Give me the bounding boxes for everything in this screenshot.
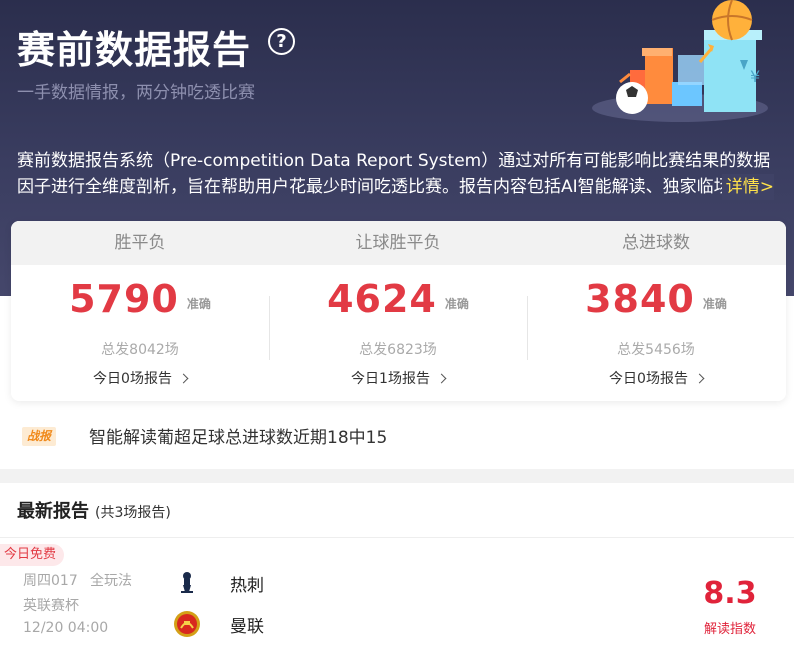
- stat-total: 总发8042场: [101, 342, 179, 358]
- tottenham-logo-icon: [181, 572, 193, 593]
- stat-value: 3840: [585, 277, 695, 321]
- ticker-text: 智能解读葡超足球总进球数近期18中15: [89, 428, 388, 448]
- manchester-united-logo-icon: [174, 611, 200, 637]
- home-team: 热刺: [230, 576, 264, 596]
- section-separator: [0, 469, 794, 483]
- system-description: 赛前数据报告系统（Pre-competition Data Report Sys…: [17, 151, 771, 197]
- today-reports-link[interactable]: 今日0场报告: [527, 368, 785, 388]
- page-title: 赛前数据报告: [17, 28, 252, 72]
- today-reports-label: 今日0场报告: [93, 371, 172, 387]
- chevron-right-icon: [436, 373, 447, 384]
- analysis-index-value: 8.3: [703, 576, 757, 611]
- ticker-badge: 战报: [22, 427, 57, 446]
- report-count: (共3场报告): [95, 505, 171, 521]
- stat-column-win-draw-loss: 5790 准确 总发8042场 今日0场报告: [11, 265, 269, 401]
- away-team: 曼联: [230, 617, 264, 637]
- page-subtitle: 一手数据情报，两分钟吃透比赛: [17, 83, 255, 103]
- chevron-right-icon: [694, 373, 705, 384]
- match-report-item[interactable]: 今日免费 周四017 全玩法 英联赛杯 12/20 04:00 热刺 曼联 8.…: [0, 540, 794, 667]
- stat-column-total-goals: 3840 准确 总发5456场 今日0场报告: [527, 265, 785, 401]
- stat-tag: 准确: [702, 297, 727, 311]
- today-reports-label: 今日1场报告: [351, 371, 430, 387]
- match-play-type: 全玩法: [90, 573, 132, 589]
- stat-total: 总发5456场: [617, 342, 695, 358]
- stat-column-handicap: 4624 准确 总发6823场 今日1场报告: [269, 265, 527, 401]
- today-reports-link[interactable]: 今日1场报告: [269, 368, 527, 388]
- stat-value: 5790: [69, 277, 179, 321]
- analysis-index-label: 解读指数: [703, 622, 756, 637]
- svg-text:¥: ¥: [750, 67, 760, 86]
- data-report-illustration-icon: ¥: [592, 0, 768, 122]
- report-page: 赛前数据报告 ? 一手数据情报，两分钟吃透比赛 ¥ 赛前数据报告系统（Pre-c…: [0, 0, 794, 667]
- match-code: 周四017: [23, 573, 78, 589]
- free-today-badge: 今日免费: [0, 544, 65, 566]
- stat-tag: 准确: [444, 297, 469, 311]
- stats-header: 胜平负 让球胜平负 总进球数: [11, 221, 786, 265]
- stat-tag: 准确: [186, 297, 211, 311]
- stat-label-handicap: 让球胜平负: [355, 233, 441, 253]
- latest-reports-header: 最新报告 (共3场报告): [17, 497, 171, 523]
- match-time: 12/20 04:00: [23, 620, 109, 636]
- stat-total: 总发6823场: [359, 342, 437, 358]
- divider: [0, 537, 794, 538]
- today-reports-link[interactable]: 今日0场报告: [11, 368, 269, 388]
- stat-label-total-goals: 总进球数: [622, 233, 690, 253]
- stat-label-win-draw-loss: 胜平负: [114, 233, 166, 253]
- today-reports-label: 今日0场报告: [609, 371, 688, 387]
- accuracy-stats-card: 胜平负 让球胜平负 总进球数 5790 准确 总发8042场 今日0场报告 462…: [11, 221, 786, 401]
- stat-value: 4624: [327, 277, 437, 321]
- news-ticker[interactable]: 战报 智能解读葡超足球总进球数近期18中15: [0, 410, 794, 462]
- details-link[interactable]: 详情>: [721, 174, 774, 200]
- help-icon[interactable]: ?: [268, 28, 295, 55]
- section-title: 最新报告: [17, 501, 89, 522]
- match-league: 英联赛杯: [23, 598, 79, 614]
- chevron-right-icon: [178, 373, 189, 384]
